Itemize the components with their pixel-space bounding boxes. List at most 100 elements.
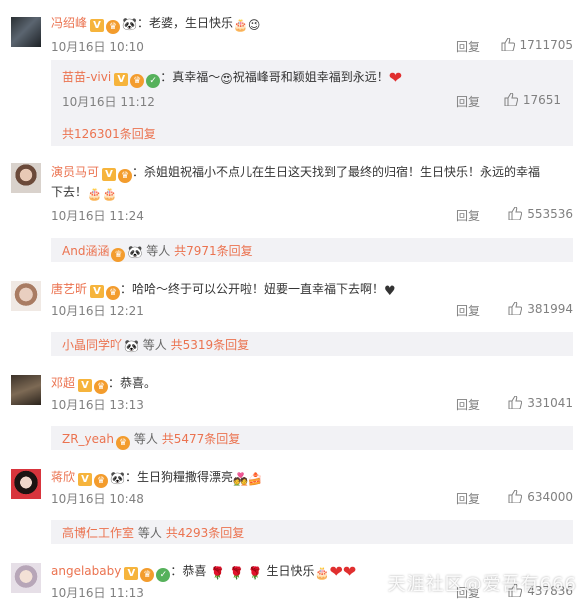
green-badge-icon: ✓ [146,74,161,88]
more-replies-link[interactable]: 小晶同学吖 🐼 等人 共5319条回复 [62,336,249,353]
like-count: 17651 [522,93,561,107]
sub-reply-time: 10月16日 11:12 [62,95,155,109]
reply-button[interactable]: 回复 [456,38,480,55]
comment-username[interactable]: 蒋欣 [51,470,75,484]
verified-v-icon: V [90,19,105,32]
crown-badge-icon: ♛ [106,20,121,34]
comment-username[interactable]: 演员马可 [51,165,99,179]
cake-emoji-icon: 🎂😉 [232,18,261,32]
more-replies-mid: 等人 [137,526,162,540]
more-replies-user[interactable]: 小晶同学吖 [62,338,122,352]
more-replies-link[interactable]: ZR_yeah ♛ 等人 共5477条回复 [62,430,240,450]
verified-v-icon: V [114,73,129,86]
cake-emoji-icon: 🎂🎂 [87,187,117,201]
green-badge-icon: ✓ [156,568,171,582]
like-count: 634000 [527,490,573,504]
comment-body: 演员马可 V ♛ ：杀姐姐祝福小不点儿在生日这天找到了最终的归宿！生日快乐！永远的幸福… [51,163,545,203]
comment-time: 10月16日 10:10 [51,40,144,54]
like-count: 553536 [527,207,573,221]
verified-v-icon: V [78,473,93,486]
reply-button[interactable]: 回复 [456,207,480,224]
rose-emoji-icon: 🌹 🌹 🌹 [210,566,263,580]
comment-text: ：哈哈～终于可以公开啦！妞要一直幸福下去啊！ [120,282,385,296]
more-replies-box: And涵涵 ♛ 🐼 等人 共7971条回复 [51,238,573,262]
sub-reply-text-2: 祝福峰哥和颖姐幸福到永远！ [232,70,389,84]
verified-v-icon: V [102,168,117,181]
reply-button[interactable]: 回复 [456,302,480,319]
sub-reply-body: 苗苗-vivi V ♛ ✓ ：真幸福～😍祝福峰哥和颖姐幸福到永远！❤ [62,68,561,88]
more-replies-link[interactable]: 高博仁工作室 等人 共4293条回复 [62,524,244,541]
more-replies-user[interactable]: 高博仁工作室 [62,526,134,540]
more-replies-count[interactable]: 共4293条回复 [166,526,245,540]
crown-badge-icon: ♛ [94,380,109,394]
like-count: 381994 [527,302,573,316]
avatar[interactable] [11,281,41,311]
sub-like-button[interactable]: 17651 [504,93,561,107]
more-replies-count[interactable]: 共5477条回复 [162,432,241,446]
cake-emoji-icon: 🎂 [314,566,330,580]
comment-body: 蒋欣 V ♛ 🐼：生日狗糧撒得漂亮💑🍰 [51,468,573,488]
comment-text: ：恭喜 [170,564,207,578]
comment-body: 冯绍峰 V ♛ 🐼：老婆，生日快乐🎂😉 [51,14,573,34]
couple-emoji-icon: 💑🍰 [232,472,263,486]
avatar[interactable] [11,563,41,593]
more-replies-box: ZR_yeah ♛ 等人 共5477条回复 [51,426,573,450]
panda-icon: 🐼 [110,471,125,485]
verified-v-icon: V [78,379,93,392]
comment-time: 10月16日 10:48 [51,492,144,506]
comment-text: ：生日狗糧撒得漂亮 [124,470,233,484]
sub-reply-button[interactable]: 回复 [456,93,480,110]
more-replies-link[interactable]: 共126301条回复 [62,125,156,142]
like-count: 1711705 [519,38,573,52]
thumb-up-icon [508,490,523,503]
more-replies-user[interactable]: ZR_yeah [62,432,114,446]
more-replies-box: 共126301条回复 [51,118,573,146]
more-replies-user[interactable]: And涵涵 [62,244,109,258]
avatar[interactable] [11,163,41,193]
crown-badge-icon: ♛ [118,169,133,183]
panda-icon: 🐼 [124,339,139,353]
reply-button[interactable]: 回复 [456,396,480,413]
reply-button[interactable]: 回复 [456,490,480,507]
more-replies-box: 高博仁工作室 等人 共4293条回复 [51,520,573,544]
comment-text: ：老婆，生日快乐 [136,16,233,30]
like-button[interactable]: 553536 [508,207,573,221]
like-button[interactable]: 634000 [508,490,573,504]
thumb-up-icon [508,207,523,220]
comment-username[interactable]: 冯绍峰 [51,16,87,30]
thumb-up-icon [508,302,523,315]
panda-icon: 🐼 [122,17,137,31]
sub-reply-username[interactable]: 苗苗-vivi [62,70,111,84]
verified-v-icon: V [124,567,139,580]
comment-time: 10月16日 13:13 [51,398,144,412]
heart-icon: ♥ [384,284,396,299]
like-count: 331041 [527,396,573,410]
like-button[interactable]: 1711705 [501,38,573,52]
like-button[interactable]: 331041 [508,396,573,410]
avatar[interactable] [11,17,41,47]
more-replies-count[interactable]: 共5319条回复 [171,338,250,352]
crown-badge-icon: ♛ [140,568,155,582]
comment-time: 10月16日 12:21 [51,304,144,318]
more-replies-mid: 等人 [133,432,158,446]
comment-username[interactable]: angelababy [51,564,121,578]
comment-body: 唐艺昕 V ♛ ：哈哈～终于可以公开啦！妞要一直幸福下去啊！♥ [51,280,573,301]
comment-username[interactable]: 邓超 [51,376,75,390]
crown-badge-icon: ♛ [106,286,121,300]
thumb-up-icon [508,396,523,409]
like-button[interactable]: 381994 [508,302,573,316]
crown-badge-icon: ♛ [111,248,126,262]
thumb-up-icon [504,93,518,106]
comment-text-2: 生日快乐 [266,564,315,578]
comment-username[interactable]: 唐艺昕 [51,282,87,296]
more-replies-box: 小晶同学吖 🐼 等人 共5319条回复 [51,332,573,356]
more-replies-count[interactable]: 共7971条回复 [174,244,253,258]
avatar[interactable] [11,469,41,499]
thumb-up-icon [501,38,515,51]
avatar[interactable] [11,375,41,405]
more-replies-link[interactable]: And涵涵 ♛ 🐼 等人 共7971条回复 [62,242,253,262]
more-replies-mid: 等人 [146,244,171,258]
comment-body: 邓超 V ♛ ：恭喜。 [51,374,573,394]
sub-reply-box: 苗苗-vivi V ♛ ✓ ：真幸福～😍祝福峰哥和颖姐幸福到永远！❤ 10月16日 11… [51,60,573,118]
heart-icon: ❤ [388,68,403,87]
